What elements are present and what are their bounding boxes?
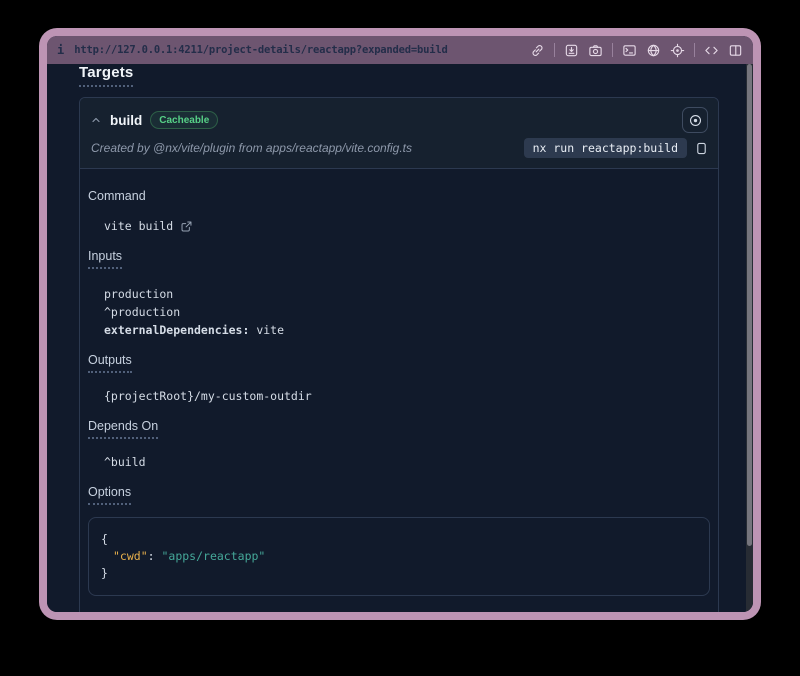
build-card-body: Command vite build Inputs bbox=[80, 169, 718, 612]
eye-icon bbox=[688, 113, 703, 128]
globe-icon[interactable] bbox=[646, 43, 661, 58]
info-icon: i bbox=[57, 43, 64, 57]
output-item: {projectRoot}/my-custom-outdir bbox=[104, 387, 710, 405]
toolbar-actions bbox=[530, 43, 743, 58]
run-command-chip: nx run reactapp:build bbox=[524, 138, 687, 158]
vertical-scrollbar[interactable] bbox=[746, 64, 753, 612]
target-name: build bbox=[110, 113, 142, 128]
options-section-label[interactable]: Options bbox=[88, 485, 710, 505]
terminal-icon[interactable] bbox=[622, 43, 637, 58]
browser-window: i http://127.0.0.1:4211/project-details/… bbox=[47, 36, 753, 612]
command-value: vite build bbox=[104, 217, 710, 235]
code-icon[interactable] bbox=[704, 43, 719, 58]
copy-icon[interactable] bbox=[695, 141, 708, 156]
input-item-external-deps: externalDependencies: vite bbox=[104, 321, 710, 339]
depends-on-section-label[interactable]: Depends On bbox=[88, 419, 710, 439]
scrollable-region: Targets build Cacheable bbox=[47, 64, 746, 612]
view-in-graph-button[interactable] bbox=[682, 107, 708, 133]
external-link-icon[interactable] bbox=[180, 220, 193, 233]
cacheable-badge: Cacheable bbox=[150, 111, 218, 129]
input-item: ^production bbox=[104, 303, 710, 321]
json-close-brace: } bbox=[101, 565, 697, 582]
input-item: production bbox=[104, 285, 710, 303]
desktop-background: i http://127.0.0.1:4211/project-details/… bbox=[0, 0, 800, 676]
scrollbar-thumb[interactable] bbox=[747, 64, 752, 546]
command-section-label: Command bbox=[88, 189, 710, 203]
inputs-section-label[interactable]: Inputs bbox=[88, 249, 710, 269]
split-panel-icon[interactable] bbox=[728, 43, 743, 58]
toolbar-separator bbox=[554, 43, 555, 57]
target-card-build: build Cacheable Created by @nx/vite/plug… bbox=[79, 97, 719, 612]
download-icon[interactable] bbox=[564, 43, 579, 58]
target-icon[interactable] bbox=[670, 43, 685, 58]
camera-icon[interactable] bbox=[588, 43, 603, 58]
page-title: Targets bbox=[79, 64, 133, 87]
toolbar-separator bbox=[612, 43, 613, 57]
browser-toolbar: i http://127.0.0.1:4211/project-details/… bbox=[47, 36, 753, 64]
json-cwd-line: "cwd": "apps/reactapp" bbox=[101, 548, 697, 565]
link-icon[interactable] bbox=[530, 43, 545, 58]
options-json-viewer: { "cwd": "apps/reactapp" } bbox=[88, 517, 710, 596]
depends-on-item: ^build bbox=[104, 453, 710, 471]
build-card-header[interactable]: build Cacheable Created by @nx/vite/plug… bbox=[80, 98, 718, 169]
outputs-section-label[interactable]: Outputs bbox=[88, 353, 710, 373]
page-content: Targets build Cacheable bbox=[47, 64, 753, 612]
json-open-brace: { bbox=[101, 531, 697, 548]
address-bar-url[interactable]: http://127.0.0.1:4211/project-details/re… bbox=[74, 44, 447, 56]
created-by-text: Created by @nx/vite/plugin from apps/rea… bbox=[91, 141, 412, 155]
chevron-up-icon[interactable] bbox=[90, 114, 102, 126]
browser-window-frame: i http://127.0.0.1:4211/project-details/… bbox=[39, 28, 761, 620]
toolbar-separator bbox=[694, 43, 695, 57]
